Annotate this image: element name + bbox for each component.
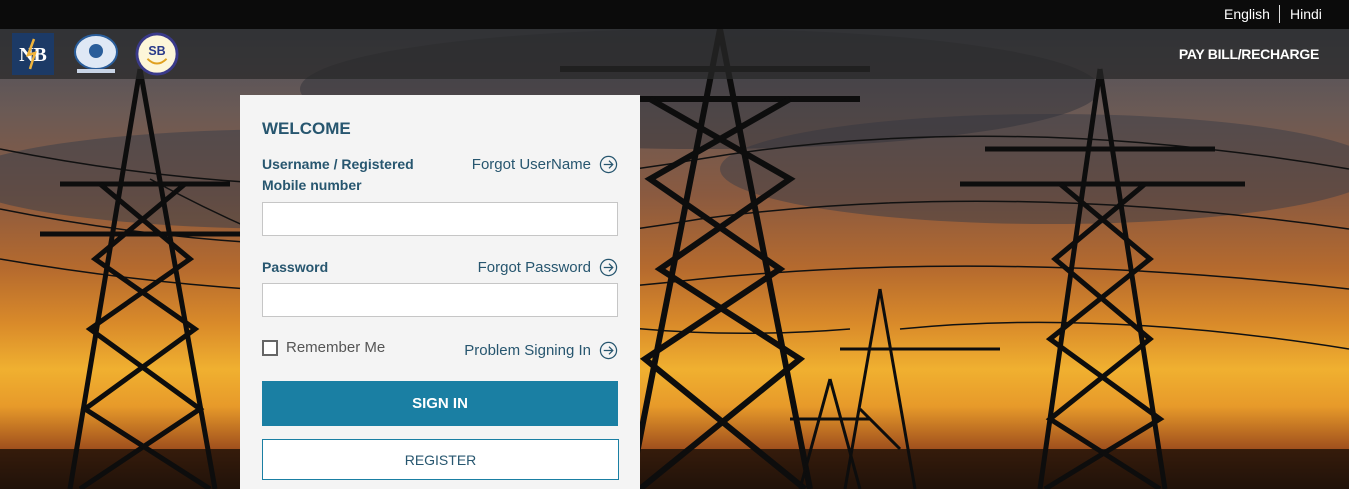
- username-label: Username / Registered Mobile number: [262, 156, 414, 193]
- nb-logo[interactable]: NB: [12, 33, 54, 75]
- forgot-password-text: Forgot Password: [477, 259, 591, 276]
- hero-background-power-towers: [0, 29, 1349, 489]
- header-nav: [0, 29, 1349, 79]
- password-input[interactable]: [262, 283, 618, 317]
- forgot-username-text: Forgot UserName: [471, 156, 591, 173]
- problem-signing-in-link[interactable]: Problem Signing In: [464, 341, 618, 360]
- arrow-right-circle-icon: [599, 258, 618, 277]
- sign-in-button[interactable]: SIGN IN: [262, 381, 618, 426]
- problem-signing-in-text: Problem Signing In: [464, 342, 591, 359]
- power-tower-silhouettes: [0, 29, 1349, 489]
- sb-logo[interactable]: SB: [134, 32, 180, 76]
- welcome-title: WELCOME: [262, 119, 351, 138]
- arrow-right-circle-icon: [599, 341, 618, 360]
- remember-me-label: Remember Me: [286, 339, 386, 356]
- forgot-password-link[interactable]: Forgot Password: [478, 258, 618, 277]
- remember-me-checkbox[interactable]: [262, 339, 278, 356]
- login-panel: WELCOME Username / Registered Mobile num…: [240, 95, 640, 489]
- language-hindi-link[interactable]: Hindi: [1290, 6, 1322, 22]
- sb-logo-text: SB: [148, 44, 165, 58]
- password-label: Password: [262, 259, 329, 275]
- pay-bill-recharge-link[interactable]: PAY BILL/RECHARGE: [1179, 46, 1319, 62]
- forgot-username-link[interactable]: Forgot UserName: [472, 155, 618, 174]
- register-button[interactable]: REGISTER: [262, 439, 619, 480]
- username-input[interactable]: [262, 202, 618, 236]
- remember-me-row[interactable]: Remember Me: [262, 339, 385, 356]
- language-divider: [1279, 5, 1280, 23]
- government-emblem-logo[interactable]: [71, 32, 121, 76]
- top-language-bar: English Hindi: [0, 0, 1349, 29]
- arrow-right-circle-icon: [599, 155, 618, 174]
- language-english-link[interactable]: English: [1224, 6, 1270, 22]
